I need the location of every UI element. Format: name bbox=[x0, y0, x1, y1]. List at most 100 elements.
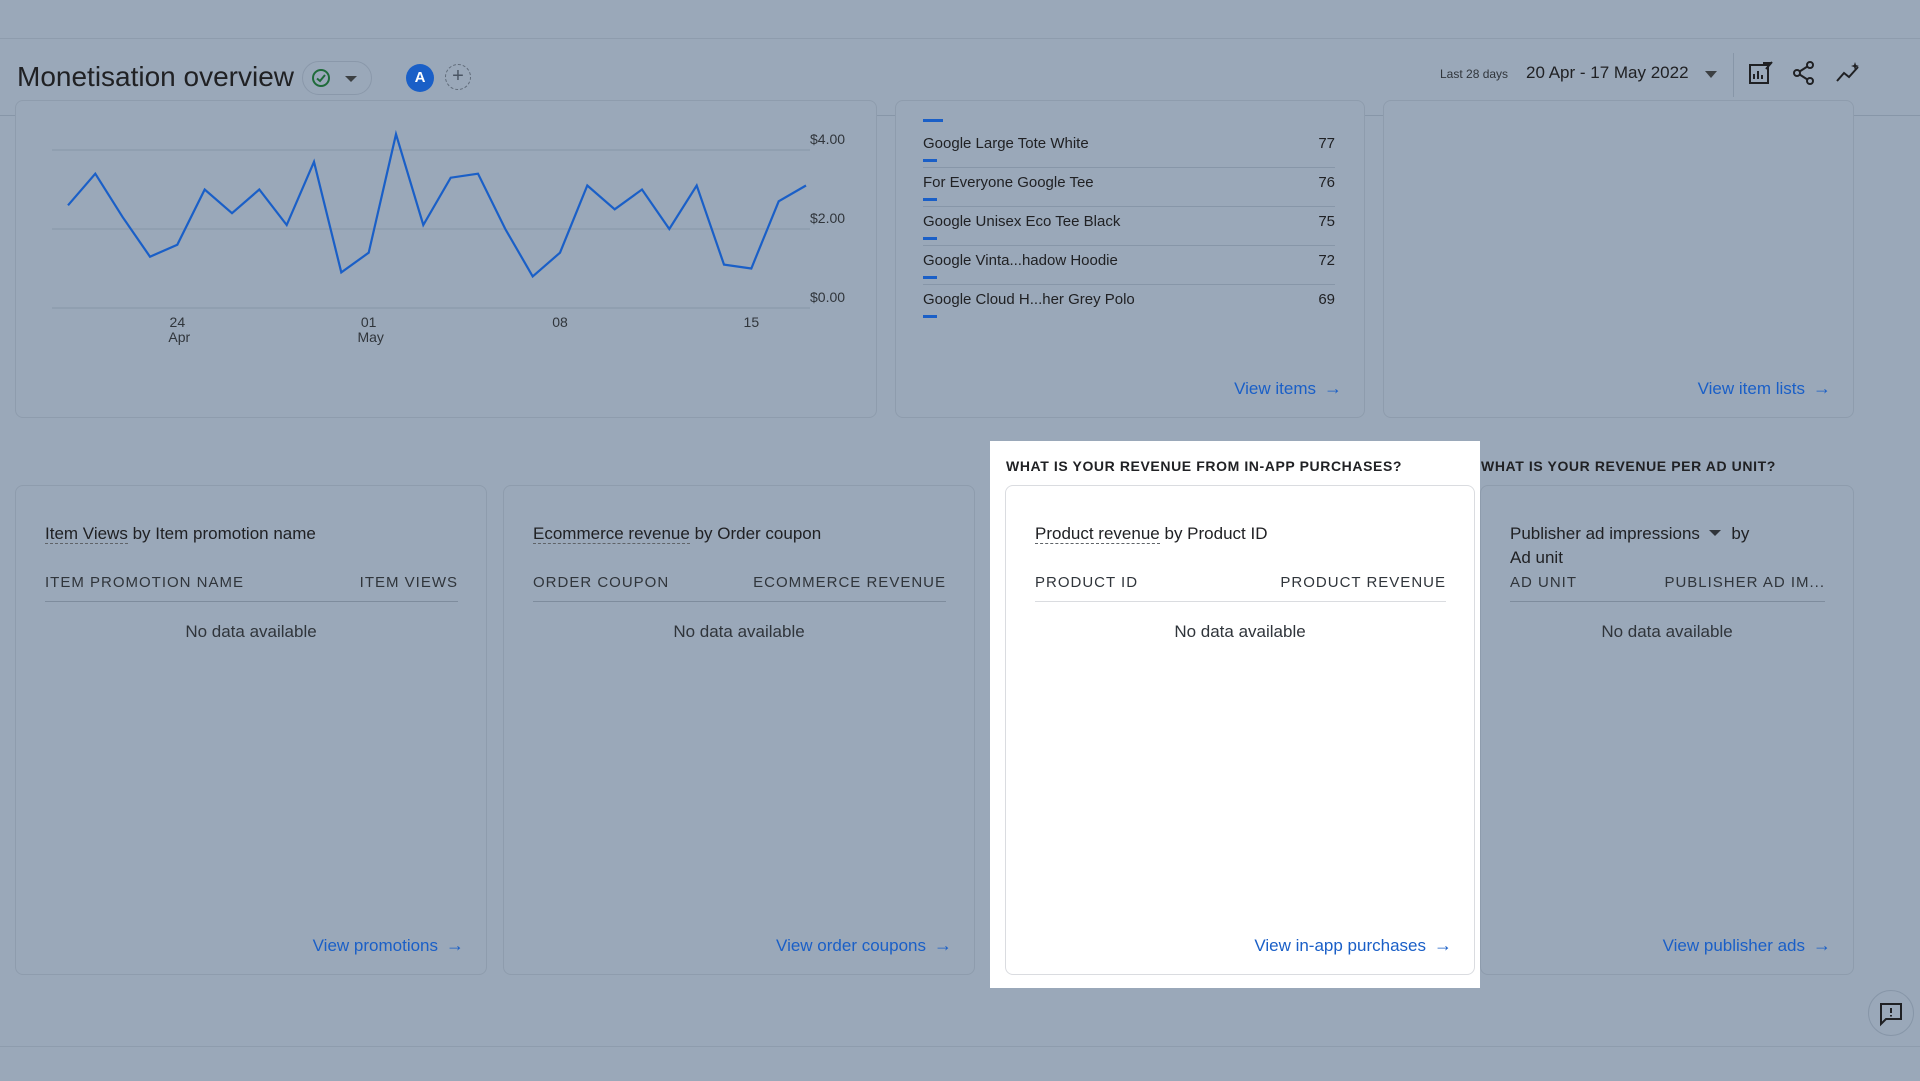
row-divider bbox=[923, 284, 1335, 285]
column-header-dimension[interactable]: ORDER COUPON bbox=[533, 574, 669, 591]
item-row: Google Large Tote White 77 bbox=[923, 131, 1335, 170]
view-in-app-purchases-link[interactable]: View in-app purchases → bbox=[1254, 935, 1452, 956]
view-publisher-ads-label: View publisher ads bbox=[1662, 936, 1805, 955]
no-data-message: No data available bbox=[1601, 622, 1733, 641]
header-divider bbox=[45, 601, 458, 602]
view-items-label: View items bbox=[1234, 379, 1316, 398]
item-name: Google Vinta...hadow Hoodie bbox=[923, 252, 1118, 269]
y-tick-label: $0.00 bbox=[810, 289, 845, 305]
arrow-right-icon: → bbox=[1813, 378, 1831, 398]
column-header-dimension[interactable]: PRODUCT ID bbox=[1035, 574, 1138, 591]
no-data-message: No data available bbox=[185, 622, 317, 641]
revenue-line-chart: $4.00 $2.00 $0.00 24Apr 01May 08 15 bbox=[52, 129, 845, 345]
column-header-metric[interactable]: PUBLISHER AD IM... bbox=[1664, 574, 1825, 591]
chevron-down-icon bbox=[345, 76, 357, 82]
item-bar bbox=[923, 159, 937, 162]
column-header-metric[interactable]: PRODUCT REVENUE bbox=[1280, 574, 1446, 591]
item-bar bbox=[923, 198, 937, 201]
date-range-picker[interactable]: 20 Apr - 17 May 2022 bbox=[1526, 63, 1689, 83]
item-row: For Everyone Google Tee 76 bbox=[923, 170, 1335, 209]
order-coupon-card: Ecommerce revenue by Order coupon ORDER … bbox=[503, 485, 975, 975]
view-items-link[interactable]: View items → bbox=[1234, 378, 1342, 399]
page-footer bbox=[0, 1046, 1920, 1081]
page-title: Monetisation overview bbox=[17, 61, 295, 92]
share-icon[interactable] bbox=[1790, 59, 1818, 87]
column-header-metric[interactable]: ITEM VIEWS bbox=[360, 574, 458, 591]
item-bar bbox=[923, 119, 943, 122]
column-header-dimension[interactable]: ITEM PROMOTION NAME bbox=[45, 574, 244, 591]
promotions-card: Item Views by Item promotion name ITEM P… bbox=[15, 485, 487, 975]
check-circle-icon bbox=[312, 69, 330, 87]
y-tick-label: $4.00 bbox=[810, 131, 845, 147]
customize-report-icon[interactable] bbox=[1746, 59, 1774, 87]
x-tick-label: 01 bbox=[361, 314, 377, 330]
item-row: Google Cloud H...her Grey Polo 69 bbox=[923, 287, 1335, 326]
publisher-ads-card: Publisher ad impressions by Ad unit AD U… bbox=[1480, 485, 1854, 975]
in-app-purchases-card: Product revenue by Product ID PRODUCT ID… bbox=[1005, 485, 1475, 975]
item-value: 69 bbox=[1318, 291, 1335, 308]
add-comparison-button[interactable]: + bbox=[445, 64, 471, 90]
x-tick-label: 15 bbox=[744, 314, 760, 330]
item-value: 76 bbox=[1318, 174, 1335, 191]
dimension-label: by Item promotion name bbox=[132, 524, 316, 543]
item-name: Google Large Tote White bbox=[923, 135, 1089, 152]
top-strip bbox=[0, 0, 1920, 39]
metric-selector[interactable]: Publisher ad impressions bbox=[1510, 524, 1700, 543]
item-bar bbox=[923, 237, 937, 240]
header-divider bbox=[1733, 53, 1734, 97]
row-divider bbox=[923, 167, 1335, 168]
arrow-right-icon: → bbox=[934, 935, 952, 955]
card-title: Ecommerce revenue by Order coupon bbox=[533, 524, 821, 544]
question-ad-unit: WHAT IS YOUR REVENUE PER AD UNIT? bbox=[1481, 458, 1776, 474]
item-name: Google Unisex Eco Tee Black bbox=[923, 213, 1121, 230]
dimension-label: Ad unit bbox=[1510, 548, 1563, 567]
metric-selector[interactable]: Ecommerce revenue bbox=[533, 524, 690, 544]
revenue-series-line bbox=[67, 129, 807, 279]
item-value: 77 bbox=[1318, 135, 1335, 152]
item-value: 75 bbox=[1318, 213, 1335, 230]
insights-icon[interactable] bbox=[1834, 59, 1862, 87]
date-dropdown-icon[interactable] bbox=[1705, 71, 1717, 78]
item-bar bbox=[923, 276, 937, 279]
question-in-app: WHAT IS YOUR REVENUE FROM IN-APP PURCHAS… bbox=[1006, 458, 1403, 474]
arrow-right-icon: → bbox=[1434, 935, 1452, 955]
view-promotions-link[interactable]: View promotions → bbox=[313, 935, 464, 956]
column-header-metric[interactable]: ECOMMERCE REVENUE bbox=[753, 574, 946, 591]
view-promotions-label: View promotions bbox=[312, 936, 438, 955]
view-order-coupons-link[interactable]: View order coupons → bbox=[776, 935, 952, 956]
item-row: Google Unisex Eco Tee Black 75 bbox=[923, 209, 1335, 248]
view-item-lists-link[interactable]: View item lists → bbox=[1698, 378, 1831, 399]
item-name: Google Cloud H...her Grey Polo bbox=[923, 291, 1135, 308]
view-item-lists-label: View item lists bbox=[1697, 379, 1805, 398]
row-divider bbox=[923, 206, 1335, 207]
no-data-message: No data available bbox=[673, 622, 805, 641]
comparison-avatar[interactable]: A bbox=[406, 64, 434, 92]
item-bar bbox=[923, 315, 937, 318]
item-lists-card: View item lists → bbox=[1383, 100, 1854, 418]
header-divider bbox=[1510, 601, 1825, 602]
item-name: For Everyone Google Tee bbox=[923, 174, 1094, 191]
metric-selector[interactable]: Product revenue bbox=[1035, 524, 1160, 544]
card-title: Publisher ad impressions by bbox=[1510, 524, 1749, 544]
x-tick-label: 24 bbox=[170, 314, 186, 330]
date-range-label: Last 28 days bbox=[1440, 67, 1509, 81]
item-row-partial bbox=[923, 93, 1335, 123]
dimension-label: by Order coupon bbox=[694, 524, 822, 543]
view-order-coupons-label: View order coupons bbox=[776, 936, 926, 955]
chevron-down-icon[interactable] bbox=[1708, 530, 1721, 536]
x-tick-month-label: May bbox=[357, 329, 383, 345]
dimension-label: by Product ID bbox=[1164, 524, 1268, 543]
card-title: Product revenue by Product ID bbox=[1035, 524, 1267, 544]
view-publisher-ads-link[interactable]: View publisher ads → bbox=[1663, 935, 1831, 956]
feedback-button[interactable] bbox=[1868, 990, 1914, 1036]
x-tick-label: 08 bbox=[552, 314, 568, 330]
arrow-right-icon: → bbox=[1813, 935, 1831, 955]
report-status-chip[interactable] bbox=[302, 61, 372, 95]
x-tick-month-label: Apr bbox=[168, 329, 190, 345]
header-divider bbox=[1035, 601, 1446, 602]
column-header-dimension[interactable]: AD UNIT bbox=[1510, 574, 1577, 591]
card-title: Item Views by Item promotion name bbox=[45, 524, 316, 544]
metric-selector[interactable]: Item Views bbox=[45, 524, 128, 544]
row-divider bbox=[923, 245, 1335, 246]
by-label: by bbox=[1731, 524, 1750, 543]
